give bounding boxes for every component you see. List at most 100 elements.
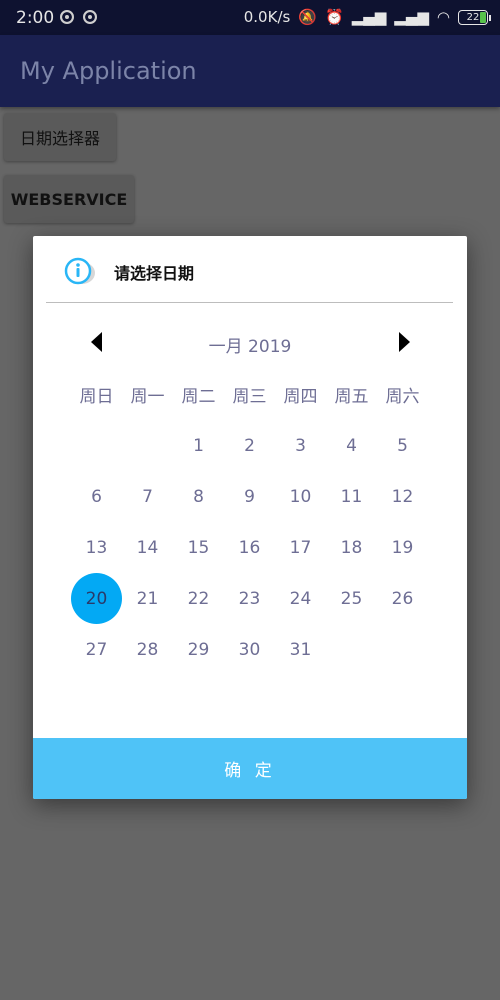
day-number: 31 (289, 639, 312, 660)
app-bar: My Application (0, 35, 500, 107)
day-cell[interactable]: 20 (71, 573, 122, 624)
day-cell[interactable]: 10 (275, 471, 326, 522)
empty-day-cell (326, 624, 377, 675)
signal-hd-icon: ▂▄▆ (394, 8, 429, 26)
calendar-week: 6 7 8 9 10 11 12 (71, 471, 428, 522)
day-cell[interactable]: 7 (122, 471, 173, 522)
day-number: 2 (244, 435, 255, 456)
signal-icon: ▂▄▆ (351, 8, 387, 26)
day-number: 4 (346, 435, 357, 456)
network-speed: 0.0K/s (243, 8, 291, 26)
calendar-week: 13 14 15 16 17 18 19 (71, 522, 428, 573)
day-number: 25 (340, 588, 363, 609)
calendar-weeks: 1 2 3 4 5 6 7 8 9 10 11 12 13 14 15 16 17 18 19 20 21 22 23 24 2… (71, 420, 428, 675)
day-cell[interactable]: 17 (275, 522, 326, 573)
day-cell[interactable]: 30 (224, 624, 275, 675)
calendar-grid: 周日 周一 周二 周三 周四 周五 周六 1 2 3 4 5 6 7 8 9 10 11 12 13 14… (71, 369, 428, 675)
day-cell[interactable]: 11 (326, 471, 377, 522)
day-cell[interactable]: 15 (173, 522, 224, 573)
day-cell[interactable]: 26 (377, 573, 428, 624)
empty-day-cell (71, 420, 122, 471)
webservice-button[interactable]: WEBSERVICE (4, 175, 134, 223)
calendar-week: 1 2 3 4 5 (71, 420, 428, 471)
day-number: 22 (187, 588, 210, 609)
weekday-label: 周五 (334, 387, 369, 407)
calendar-week: 20 21 22 23 24 25 26 (71, 573, 428, 624)
day-number: 1 (193, 435, 204, 456)
day-number: 10 (289, 486, 312, 507)
day-cell[interactable]: 18 (326, 522, 377, 573)
empty-day-cell (122, 420, 173, 471)
day-number: 29 (187, 639, 210, 660)
dialog-header: 请选择日期 (33, 236, 467, 303)
weekday-label: 周三 (232, 387, 267, 407)
day-cell[interactable]: 4 (326, 420, 377, 471)
day-cell[interactable]: 8 (173, 471, 224, 522)
day-cell[interactable]: 27 (71, 624, 122, 675)
day-cell[interactable]: 6 (71, 471, 122, 522)
day-number: 26 (391, 588, 414, 609)
mute-icon: 🔕 (298, 8, 317, 26)
day-number: 7 (142, 486, 153, 507)
confirm-button[interactable]: 确 定 (33, 738, 467, 799)
battery-fill (480, 11, 486, 23)
empty-day-cell (377, 624, 428, 675)
next-month-icon[interactable] (399, 332, 410, 352)
day-number: 5 (397, 435, 408, 456)
day-cell[interactable]: 22 (173, 573, 224, 624)
day-number: 28 (136, 639, 159, 660)
wifi-icon: ◠ (436, 8, 450, 26)
day-cell[interactable]: 9 (224, 471, 275, 522)
calendar-week: 27 28 29 30 31 (71, 624, 428, 675)
battery-icon: 22 (458, 9, 491, 25)
info-icon (64, 257, 95, 285)
day-number: 23 (238, 588, 261, 609)
day-number: 30 (238, 639, 261, 660)
day-number: 12 (391, 486, 414, 507)
month-navigator: 一月 2019 (33, 328, 467, 358)
day-cell[interactable]: 28 (122, 624, 173, 675)
day-cell[interactable]: 2 (224, 420, 275, 471)
day-number: 14 (136, 537, 159, 558)
dialog-title: 请选择日期 (114, 264, 195, 283)
day-number: 24 (289, 588, 312, 609)
day-cell[interactable]: 13 (71, 522, 122, 573)
day-number: 6 (91, 486, 102, 507)
notification-icon (60, 10, 74, 24)
weekday-label: 周日 (79, 387, 114, 407)
day-cell[interactable]: 3 (275, 420, 326, 471)
day-cell[interactable]: 14 (122, 522, 173, 573)
status-time: 2:00 (16, 8, 55, 28)
weekday-label: 周二 (181, 387, 216, 407)
alarm-icon: ⏰ (325, 8, 344, 26)
day-number: 3 (295, 435, 306, 456)
day-number: 15 (187, 537, 210, 558)
app-title: My Application (20, 57, 197, 85)
day-number: 13 (85, 537, 108, 558)
day-cell[interactable]: 29 (173, 624, 224, 675)
status-bar: 2:00 0.0K/s 🔕 ⏰ ▂▄▆ ▂▄▆ ◠ 22 (0, 0, 500, 35)
day-number: 20 (85, 588, 108, 609)
date-picker-button[interactable]: 日期选择器 (4, 113, 116, 161)
day-cell[interactable]: 1 (173, 420, 224, 471)
status-icons: 0.0K/s 🔕 ⏰ ▂▄▆ ▂▄▆ ◠ 22 (243, 8, 491, 26)
weekday-header: 周日 周一 周二 周三 周四 周五 周六 (71, 369, 428, 420)
day-cell[interactable]: 21 (122, 573, 173, 624)
day-number: 8 (193, 486, 204, 507)
day-cell[interactable]: 23 (224, 573, 275, 624)
day-number: 18 (340, 537, 363, 558)
day-cell[interactable]: 16 (224, 522, 275, 573)
weekday-label: 周四 (283, 387, 318, 407)
day-cell[interactable]: 5 (377, 420, 428, 471)
day-number: 9 (244, 486, 255, 507)
day-number: 27 (85, 639, 108, 660)
day-number: 16 (238, 537, 261, 558)
day-cell[interactable]: 25 (326, 573, 377, 624)
day-cell[interactable]: 19 (377, 522, 428, 573)
day-cell[interactable]: 31 (275, 624, 326, 675)
day-number: 11 (340, 486, 363, 507)
day-cell[interactable]: 24 (275, 573, 326, 624)
day-cell[interactable]: 12 (377, 471, 428, 522)
weekday-label: 周六 (385, 387, 420, 407)
weekday-label: 周一 (130, 387, 165, 407)
